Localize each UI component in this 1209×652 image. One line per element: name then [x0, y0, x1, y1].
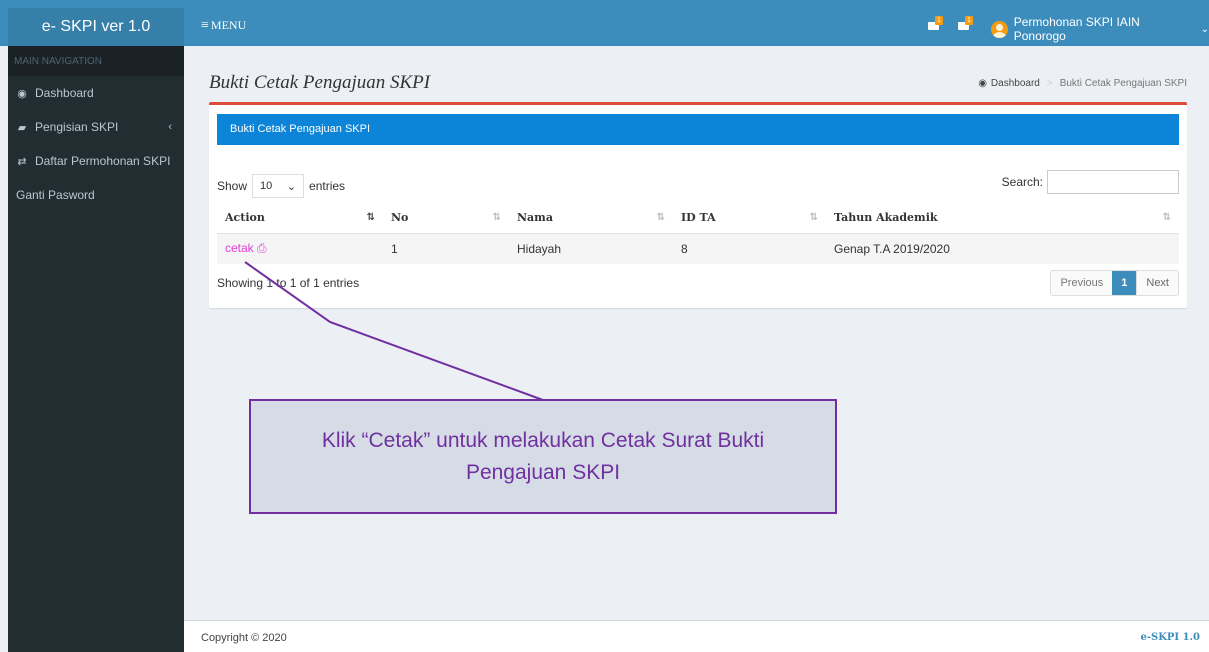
breadcrumb-current: Bukti Cetak Pengajuan SKPI — [1059, 78, 1187, 89]
column-header-tahun-akademik[interactable]: Tahun Akademik ⇅ — [826, 203, 1179, 234]
hamburger-icon: ≡ — [201, 17, 209, 33]
search-label: Search: — [1001, 175, 1043, 189]
column-header-no[interactable]: No ⇅ — [383, 203, 509, 234]
pagination: Previous 1 Next — [1050, 270, 1179, 296]
cell-no: 1 — [383, 233, 509, 264]
dashboard-icon: ◉ — [17, 87, 27, 100]
column-header-id-ta[interactable]: ID TA ⇅ — [673, 203, 826, 234]
top-navbar: e- SKPI ver 1.0 ≡ MENU 1 1 Permohonan SK… — [0, 0, 1209, 46]
nav-heading: MAIN NAVIGATION — [8, 46, 184, 76]
sidebar-item-label: Ganti Pasword — [16, 188, 95, 202]
sidebar-item-dashboard[interactable]: ◉ Dashboard — [8, 76, 184, 110]
footer: Copyright © 2020 e-SKPI 1.0 — [184, 620, 1209, 652]
data-table: Action ⇅ No ⇅ Nama ⇅ ID TA ⇅ Tahun Akademik ⇅… — [217, 203, 1179, 264]
page-1-button[interactable]: 1 — [1112, 271, 1137, 295]
notification-button[interactable]: 1 — [928, 16, 948, 34]
cell-nama: Hidayah — [509, 233, 673, 264]
sort-icon: ⇅ — [656, 212, 665, 223]
book-icon: ▰ — [17, 121, 27, 134]
chevron-left-icon: ‹ — [168, 121, 172, 133]
table-row: cetak ⎙ 1 Hidayah 8 Genap T.A 2019/2020 — [217, 233, 1179, 264]
cetak-link[interactable]: cetak ⎙ — [225, 241, 267, 255]
app-logo[interactable]: e- SKPI ver 1.0 — [8, 8, 184, 46]
column-header-action[interactable]: Action ⇅ — [217, 203, 383, 234]
search-control: Search: — [1002, 170, 1179, 194]
version-label: e-SKPI 1.0 — [1140, 632, 1200, 643]
sidebar-item-label: Pengisian SKPI — [35, 120, 119, 134]
previous-page-button[interactable]: Previous — [1051, 271, 1113, 295]
column-header-nama[interactable]: Nama ⇅ — [509, 203, 673, 234]
entries-label: entries — [309, 179, 346, 193]
action-cell: cetak ⎙ — [217, 233, 383, 264]
copyright-text: Copyright © 2020 — [201, 632, 287, 644]
sidebar-item-daftar-permohonan[interactable]: ⇄ Daftar Permohonan SKPI — [8, 144, 184, 178]
cell-tahun-akademik: Genap T.A 2019/2020 — [826, 233, 1179, 264]
entries-length-value: 10 — [260, 180, 273, 192]
user-avatar-icon — [991, 20, 1008, 38]
sort-icon: ⇅ — [809, 212, 818, 223]
chevron-down-icon: ⌄ — [1200, 23, 1209, 35]
page-title: Bukti Cetak Pengajuan SKPI — [209, 72, 431, 93]
sidebar: MAIN NAVIGATION ◉ Dashboard ▰ Pengisian … — [8, 46, 184, 652]
entries-length-control: Show 10 ⌄ entries — [217, 174, 345, 198]
user-menu[interactable]: Permohonan SKPI IAIN Ponorogo ⌄ — [991, 15, 1209, 43]
printer-icon: ⎙ — [257, 241, 267, 256]
exchange-icon: ⇄ — [17, 155, 27, 168]
table-info: Showing 1 to 1 of 1 entries — [217, 276, 360, 290]
message-button[interactable]: 1 — [958, 16, 978, 34]
annotation-callout: Klik “Cetak” untuk melakukan Cetak Surat… — [249, 399, 837, 514]
search-input[interactable] — [1047, 170, 1179, 194]
next-page-button[interactable]: Next — [1136, 271, 1178, 295]
entries-length-select[interactable]: 10 ⌄ — [252, 174, 305, 198]
box-title: Bukti Cetak Pengajuan SKPI — [217, 114, 1179, 145]
sidebar-item-ganti-pasword[interactable]: Ganti Pasword — [8, 178, 184, 212]
notification-badge: 1 — [935, 16, 943, 25]
show-label: Show — [217, 179, 248, 193]
dashboard-icon: ◉ — [978, 78, 987, 89]
cell-id-ta: 8 — [673, 233, 826, 264]
chevron-down-icon: ⌄ — [286, 180, 297, 193]
breadcrumb-separator: > — [1046, 78, 1053, 89]
sidebar-item-label: Dashboard — [35, 86, 94, 100]
breadcrumb-home-link[interactable]: Dashboard — [991, 78, 1040, 89]
sort-asc-icon: ⇅ — [366, 212, 375, 223]
breadcrumb: ◉ Dashboard > Bukti Cetak Pengajuan SKPI — [978, 78, 1187, 89]
message-badge: 1 — [965, 16, 973, 25]
user-name: Permohonan SKPI IAIN Ponorogo — [1013, 15, 1140, 43]
page: e- SKPI ver 1.0 ≡ MENU 1 1 Permohonan SK… — [0, 0, 1209, 652]
sidebar-item-pengisian-skpi[interactable]: ▰ Pengisian SKPI ‹ — [8, 110, 184, 144]
menu-label: MENU — [210, 18, 247, 32]
menu-toggle-button[interactable]: ≡ MENU — [201, 18, 246, 33]
sidebar-item-label: Daftar Permohonan SKPI — [35, 154, 171, 168]
table-header-row: Action ⇅ No ⇅ Nama ⇅ ID TA ⇅ Tahun Akademik ⇅ — [217, 203, 1179, 234]
content-box: Bukti Cetak Pengajuan SKPI Show 10 ⌄ ent… — [209, 102, 1187, 308]
sort-icon: ⇅ — [492, 212, 501, 223]
sort-icon: ⇅ — [1162, 212, 1171, 223]
